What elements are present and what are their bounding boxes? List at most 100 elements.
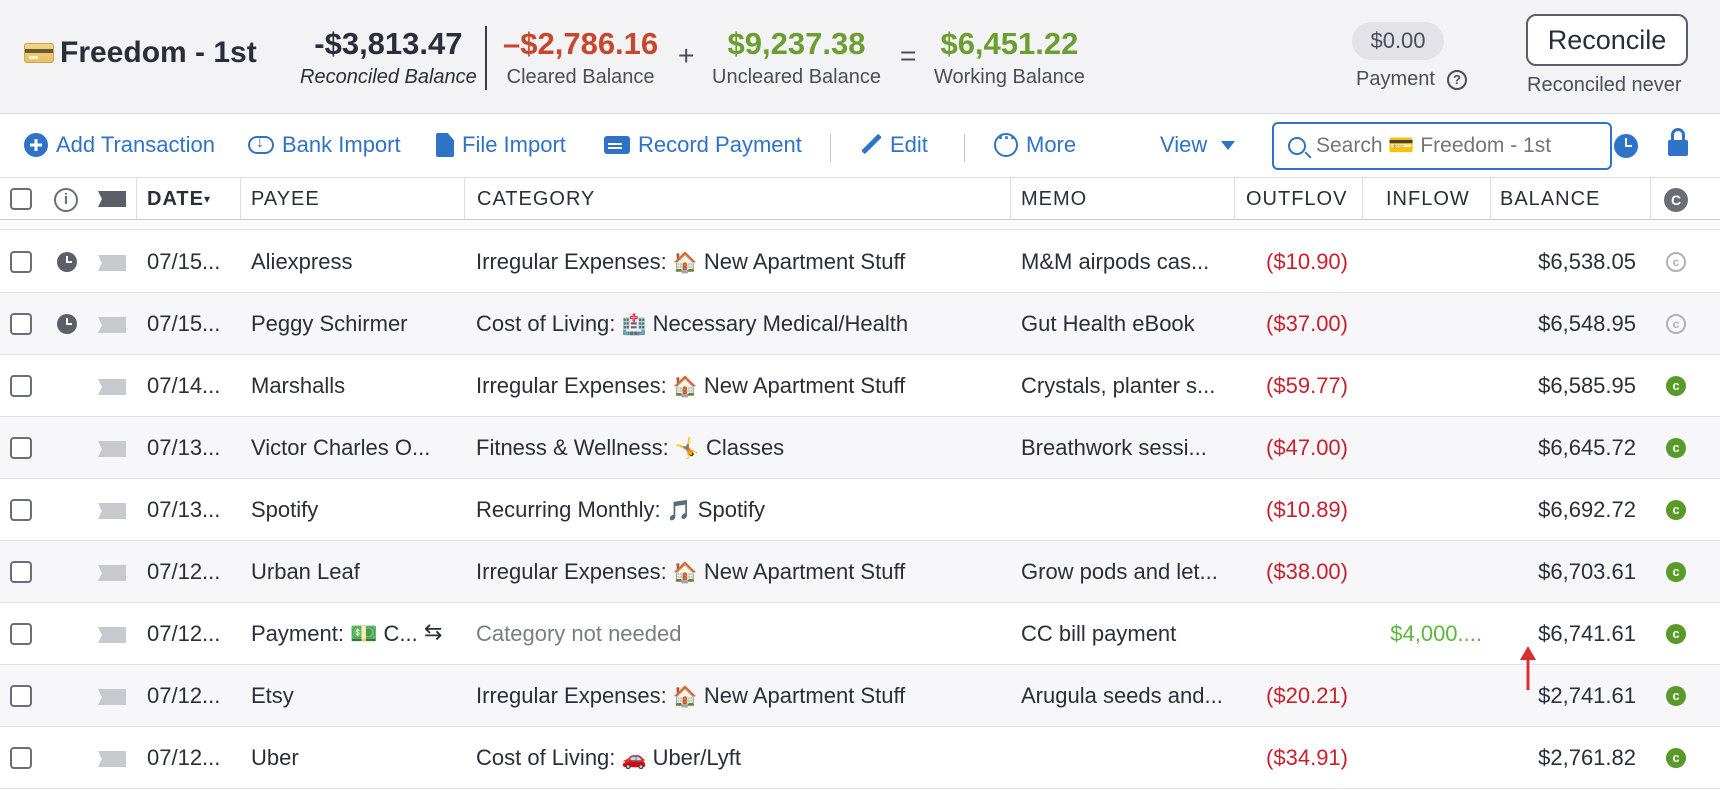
outflow-cell[interactable]: ($10.89) bbox=[1240, 479, 1348, 541]
row-checkbox[interactable] bbox=[10, 437, 32, 459]
table-row[interactable]: 07/12... Etsy Irregular Expenses: 🏠 New Ap… bbox=[0, 665, 1720, 727]
file-import-button[interactable]: File Import bbox=[436, 132, 566, 158]
payee-cell[interactable]: Marshalls bbox=[251, 355, 441, 417]
date-column-header[interactable]: DATE▾ bbox=[147, 178, 211, 220]
memo-cell[interactable] bbox=[1021, 479, 1226, 541]
table-row[interactable]: 07/12... Urban Leaf Irregular Expenses: 🏠 … bbox=[0, 541, 1720, 603]
outflow-column-header[interactable]: OUTFLOV bbox=[1246, 178, 1350, 220]
payee-cell[interactable]: Aliexpress bbox=[251, 231, 441, 293]
flag-icon[interactable] bbox=[98, 627, 126, 643]
inflow-cell[interactable] bbox=[1370, 727, 1482, 789]
table-row[interactable]: 07/12... Uber Cost of Living: 🚗 Uber/Lyft (… bbox=[0, 727, 1720, 789]
category-cell[interactable]: Irregular Expenses: 🏠 New Apartment Stuf… bbox=[476, 665, 1006, 727]
date-cell[interactable]: 07/12... bbox=[147, 665, 237, 727]
row-checkbox[interactable] bbox=[10, 251, 32, 273]
cleared-icon[interactable]: c bbox=[1666, 686, 1686, 706]
flag-icon[interactable] bbox=[98, 379, 126, 395]
cleared-balance-block[interactable]: –$2,786.16 Cleared Balance bbox=[503, 24, 658, 90]
inflow-cell[interactable] bbox=[1370, 293, 1482, 355]
memo-cell[interactable] bbox=[1021, 727, 1226, 789]
outflow-cell[interactable]: ($59.77) bbox=[1240, 355, 1348, 417]
category-cell[interactable]: Cost of Living: 🏥 Necessary Medical/Heal… bbox=[476, 293, 1006, 355]
date-cell[interactable]: 07/15... bbox=[147, 293, 237, 355]
payee-column-header[interactable]: PAYEE bbox=[251, 178, 320, 220]
category-column-header[interactable]: CATEGORY bbox=[477, 178, 595, 220]
reconcile-button[interactable]: Reconcile bbox=[1526, 14, 1688, 66]
inflow-cell[interactable] bbox=[1370, 541, 1482, 603]
row-checkbox[interactable] bbox=[10, 313, 32, 335]
outflow-cell[interactable] bbox=[1240, 603, 1348, 665]
row-checkbox[interactable] bbox=[10, 623, 32, 645]
payee-cell[interactable]: Urban Leaf bbox=[251, 541, 441, 603]
edit-button[interactable]: Edit bbox=[860, 132, 928, 158]
select-all-checkbox[interactable] bbox=[10, 188, 32, 210]
uncleared-balance-block[interactable]: $9,237.38 Uncleared Balance bbox=[712, 24, 881, 90]
table-row[interactable]: 07/14... Marshalls Irregular Expenses: 🏠 N… bbox=[0, 355, 1720, 417]
help-question-icon[interactable]: ? bbox=[1446, 69, 1467, 90]
payee-cell[interactable]: Etsy bbox=[251, 665, 441, 727]
row-checkbox[interactable] bbox=[10, 375, 32, 397]
memo-column-header[interactable]: MEMO bbox=[1021, 178, 1087, 220]
balance-column-header[interactable]: BALANCE bbox=[1500, 178, 1600, 220]
payee-cell[interactable]: Uber bbox=[251, 727, 441, 789]
flag-icon[interactable] bbox=[98, 503, 126, 519]
working-balance-block[interactable]: $6,451.22 Working Balance bbox=[934, 24, 1085, 90]
inflow-column-header[interactable]: INFLOW bbox=[1386, 178, 1470, 220]
payee-cell[interactable]: Spotify bbox=[251, 479, 441, 541]
date-cell[interactable]: 07/13... bbox=[147, 479, 237, 541]
flag-icon[interactable] bbox=[98, 565, 126, 581]
record-payment-button[interactable]: Record Payment bbox=[604, 132, 802, 158]
lock-icon[interactable] bbox=[1668, 128, 1688, 156]
row-checkbox[interactable] bbox=[10, 685, 32, 707]
memo-cell[interactable]: Arugula seeds and... bbox=[1021, 665, 1226, 727]
date-cell[interactable]: 07/15... bbox=[147, 231, 237, 293]
table-row[interactable]: 07/13... Victor Charles O... Fitness & Wel… bbox=[0, 417, 1720, 479]
memo-cell[interactable]: CC bill payment bbox=[1021, 603, 1226, 665]
flag-icon[interactable] bbox=[98, 441, 126, 457]
search-input[interactable] bbox=[1316, 134, 1596, 158]
category-cell[interactable]: Cost of Living: 🚗 Uber/Lyft bbox=[476, 727, 1006, 789]
table-row[interactable]: 07/15... Aliexpress Irregular Expenses: 🏠 … bbox=[0, 231, 1720, 293]
category-cell[interactable]: Fitness & Wellness: 🤸 Classes bbox=[476, 417, 1006, 479]
date-cell[interactable]: 07/13... bbox=[147, 417, 237, 479]
cleared-icon[interactable]: c bbox=[1666, 562, 1686, 582]
category-cell[interactable]: Recurring Monthly: 🎵 Spotify bbox=[476, 479, 1006, 541]
outflow-cell[interactable]: ($10.90) bbox=[1240, 231, 1348, 293]
payee-cell[interactable]: Payment: 💵 C... bbox=[251, 603, 441, 665]
memo-cell[interactable]: Breathwork sessi... bbox=[1021, 417, 1226, 479]
inflow-cell[interactable] bbox=[1370, 355, 1482, 417]
uncleared-icon[interactable]: c bbox=[1666, 314, 1686, 334]
date-cell[interactable]: 07/12... bbox=[147, 727, 237, 789]
date-cell[interactable]: 07/12... bbox=[147, 603, 237, 665]
cleared-column-icon[interactable]: C bbox=[1664, 188, 1688, 212]
payee-cell[interactable]: Victor Charles O... bbox=[251, 417, 441, 479]
more-button[interactable]: More bbox=[994, 128, 1076, 158]
outflow-cell[interactable]: ($47.00) bbox=[1240, 417, 1348, 479]
flag-icon[interactable] bbox=[98, 751, 126, 767]
row-checkbox[interactable] bbox=[10, 561, 32, 583]
cleared-icon[interactable]: c bbox=[1666, 438, 1686, 458]
payee-cell[interactable]: Peggy Schirmer bbox=[251, 293, 441, 355]
flag-icon[interactable] bbox=[98, 255, 126, 271]
payment-amount-pill[interactable]: $0.00 bbox=[1352, 22, 1444, 60]
bank-import-button[interactable]: Bank Import bbox=[248, 132, 401, 158]
table-row[interactable]: 07/13... Spotify Recurring Monthly: 🎵 Spot… bbox=[0, 479, 1720, 541]
memo-cell[interactable]: Crystals, planter s... bbox=[1021, 355, 1226, 417]
cleared-icon[interactable]: c bbox=[1666, 624, 1686, 644]
outflow-cell[interactable]: ($20.21) bbox=[1240, 665, 1348, 727]
inflow-cell[interactable] bbox=[1370, 479, 1482, 541]
table-row[interactable]: 07/12... Payment: 💵 C... ⇆ Category not nee… bbox=[0, 603, 1720, 665]
memo-cell[interactable]: Gut Health eBook bbox=[1021, 293, 1226, 355]
cleared-icon[interactable]: c bbox=[1666, 500, 1686, 520]
category-cell[interactable]: Category not needed bbox=[476, 603, 1006, 665]
cleared-icon[interactable]: c bbox=[1666, 376, 1686, 396]
row-checkbox[interactable] bbox=[10, 499, 32, 521]
category-cell[interactable]: Irregular Expenses: 🏠 New Apartment Stuf… bbox=[476, 231, 1006, 293]
flag-icon[interactable] bbox=[98, 689, 126, 705]
search-box[interactable] bbox=[1272, 122, 1612, 170]
inflow-cell[interactable] bbox=[1370, 665, 1482, 727]
category-cell[interactable]: Irregular Expenses: 🏠 New Apartment Stuf… bbox=[476, 355, 1006, 417]
scheduled-clock-icon[interactable] bbox=[1614, 134, 1638, 158]
flag-icon[interactable] bbox=[98, 317, 126, 333]
memo-cell[interactable]: Grow pods and let... bbox=[1021, 541, 1226, 603]
